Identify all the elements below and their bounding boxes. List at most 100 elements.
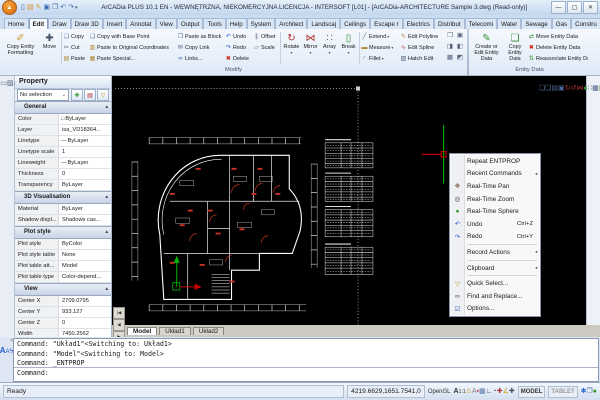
status-toggle-icon[interactable]: ▦ bbox=[479, 388, 486, 395]
property-tool-button[interactable]: ▤ bbox=[84, 89, 96, 101]
menu-item[interactable]: Clipboard▸ bbox=[451, 262, 539, 275]
property-value[interactable]: ByLayer bbox=[59, 180, 111, 190]
copy-entity-data-button[interactable]: ❏ Copy Entity Data bbox=[502, 30, 528, 66]
quick-access-icon[interactable]: ❒ bbox=[52, 4, 58, 11]
ribbon-button[interactable]: ⇅Reassociate Entity Data bbox=[528, 53, 588, 64]
property-value[interactable]: ByLayer bbox=[59, 204, 111, 214]
ribbon-tab[interactable]: Telecomi bbox=[465, 18, 497, 29]
ribbon-button[interactable]: ✎Edit Polyline bbox=[400, 31, 445, 42]
property-value[interactable]: 1 bbox=[59, 147, 111, 157]
quick-access-icon[interactable]: ▣ bbox=[43, 4, 50, 11]
ribbon-button[interactable]: ✂Cut bbox=[63, 42, 89, 53]
ribbon-tool-icon[interactable]: ◨ bbox=[445, 42, 455, 53]
ribbon-button[interactable]: ◜Fillet▾ bbox=[361, 53, 400, 64]
move-button[interactable]: ✚ Move bbox=[39, 30, 60, 66]
quick-access-icon[interactable]: ↷ bbox=[68, 4, 74, 11]
property-value[interactable]: —ByLayer bbox=[59, 158, 111, 168]
property-value[interactable]: 933.127 bbox=[59, 307, 111, 317]
ribbon-button[interactable]: ↷Redo bbox=[225, 42, 253, 53]
tablet-toggle[interactable]: TABLET bbox=[548, 386, 577, 398]
ribbon-tab[interactable]: Constru bbox=[571, 18, 600, 29]
ribbon-tab[interactable]: Escape r bbox=[370, 18, 402, 29]
ribbon-button[interactable]: ❏Copy bbox=[63, 31, 89, 42]
ribbon-tab[interactable]: Output bbox=[177, 18, 204, 29]
quick-access-icon[interactable]: ▤ bbox=[27, 4, 34, 11]
layout-nav-button[interactable]: |◀ bbox=[113, 307, 125, 319]
ribbon-tool-icon[interactable]: ▩ bbox=[445, 53, 455, 64]
menu-item[interactable]: ↶UndoCtrl+Z bbox=[451, 218, 539, 231]
ribbon-button[interactable]: ▥Paste to Original Coordinates bbox=[89, 42, 177, 53]
menu-item[interactable]: Repeat ENTPROP bbox=[451, 155, 539, 168]
property-value[interactable]: Model bbox=[59, 261, 111, 271]
property-value[interactable]: isa_VD18364... bbox=[59, 125, 111, 135]
property-value[interactable]: 0 bbox=[59, 169, 111, 179]
window-control-button[interactable]: — bbox=[551, 1, 566, 14]
property-value[interactable]: Color-depend... bbox=[59, 272, 111, 282]
ribbon-tab[interactable]: Landscaj bbox=[307, 18, 340, 29]
ribbon-button[interactable]: ∿Edit Spline bbox=[400, 42, 445, 53]
ribbon-tab[interactable]: Ceilings bbox=[340, 18, 370, 29]
ribbon-tab[interactable]: Tools bbox=[203, 18, 225, 29]
layout-nav-button[interactable]: ◀ bbox=[113, 319, 125, 331]
ribbon-tab[interactable]: Electrics bbox=[403, 18, 434, 29]
menu-item[interactable]: ↷RedoCtrl+Y bbox=[451, 231, 539, 244]
ribbon-tab[interactable]: Edit bbox=[29, 18, 49, 29]
selection-dropdown[interactable]: No selection ⌄ bbox=[17, 89, 69, 101]
menu-item[interactable]: ▽Quick Select... bbox=[451, 277, 539, 290]
ribbon-button[interactable]: ▨Hatch Edit bbox=[400, 53, 445, 64]
ribbon-tab[interactable]: System bbox=[247, 18, 276, 29]
coordinates-display[interactable]: 4219.6629,1651.7541,0 bbox=[347, 385, 425, 398]
ribbon-button[interactable]: ⋈Mirror▾ bbox=[301, 30, 320, 66]
ribbon-tab[interactable]: View bbox=[156, 18, 177, 29]
property-value[interactable]: ByColor bbox=[59, 239, 111, 249]
ribbon-tool-icon[interactable]: ◩ bbox=[455, 53, 465, 64]
create-entity-data-button[interactable]: ✎ Create or Edit Entity Data bbox=[471, 30, 502, 66]
ribbon-button[interactable]: ▤Paste bbox=[63, 53, 89, 64]
menu-item[interactable]: ◎Real-Time Zoom bbox=[451, 193, 539, 206]
menu-item[interactable]: ∞Find and Replace... bbox=[451, 290, 539, 303]
property-value[interactable]: 2709.0795 bbox=[59, 296, 111, 306]
property-value[interactable]: 7450.2562 bbox=[59, 329, 111, 337]
ribbon-tab[interactable]: Help bbox=[226, 18, 247, 29]
ribbon-tab[interactable]: Insert bbox=[103, 18, 126, 29]
ribbon-button[interactable]: ✖Delete Entity Data bbox=[528, 42, 588, 53]
status-toggle-icon[interactable]: 1:1 bbox=[459, 389, 466, 395]
ribbon-button[interactable]: ❑Copy with Base Point bbox=[89, 31, 177, 42]
property-tool-button[interactable]: ✚ bbox=[71, 89, 83, 101]
command-input[interactable]: Command: bbox=[14, 367, 598, 381]
ribbon-button[interactable]: ∷Array▾ bbox=[320, 30, 339, 66]
ribbon-button[interactable]: ❐Paste as Block bbox=[177, 31, 225, 42]
modify-tool-icon[interactable]: ▦ bbox=[592, 85, 599, 92]
ribbon-button[interactable]: ▬Measure▾ bbox=[361, 42, 400, 53]
menu-item[interactable]: Record Actions▸ bbox=[451, 246, 539, 259]
ribbon-button[interactable]: ╱Extend▾ bbox=[361, 31, 400, 42]
drawing-canvas[interactable]: ❏❑▤▣↻↺⋈●∷▦▢▣✚▭◨╱▬∿ |◀◀▶▶| ModelUkład1Ukł… bbox=[112, 76, 600, 337]
section-header-view[interactable]: View▴ bbox=[15, 283, 111, 296]
property-value[interactable]: —ByLayer bbox=[59, 136, 111, 146]
quick-access-icon[interactable]: ▯ bbox=[21, 4, 25, 11]
ribbon-button[interactable]: ↶Undo bbox=[225, 31, 253, 42]
property-tool-button[interactable]: ▽ bbox=[97, 89, 109, 101]
ribbon-tab[interactable]: Sewage bbox=[521, 18, 551, 29]
section-header-plot-style[interactable]: Plot style▴ bbox=[15, 226, 111, 239]
layout-tab[interactable]: Układ2 bbox=[193, 327, 225, 335]
ribbon-tool-icon[interactable]: ◧ bbox=[455, 42, 465, 53]
ribbon-tab[interactable]: Water bbox=[497, 18, 521, 29]
layout-tab[interactable]: Model bbox=[127, 327, 157, 335]
ribbon-button[interactable]: ▦Paste Special... bbox=[89, 53, 177, 64]
section-header-general[interactable]: General▴ bbox=[15, 101, 111, 114]
window-control-button[interactable]: ▢ bbox=[567, 1, 582, 14]
quick-access-icon[interactable]: ↶ bbox=[60, 4, 66, 11]
menu-item[interactable]: ●Real-Time Sphere bbox=[451, 205, 539, 218]
ribbon-button[interactable]: ⇄Move Entity Data bbox=[528, 31, 588, 42]
draw-tool-icon[interactable]: ▭ bbox=[0, 80, 7, 87]
ribbon-tab[interactable]: Gas bbox=[552, 18, 571, 29]
window-control-button[interactable]: ✕ bbox=[583, 1, 598, 14]
model-space-toggle[interactable]: MODEL bbox=[518, 386, 546, 398]
layout-tab[interactable]: Układ1 bbox=[159, 327, 191, 335]
ribbon-button[interactable]: ↻Rotate▾ bbox=[282, 30, 301, 66]
ribbon-button[interactable]: ∥Offset bbox=[253, 31, 279, 42]
ribbon-tool-icon[interactable]: ▣ bbox=[455, 31, 465, 42]
ribbon-tab[interactable]: Distribut bbox=[434, 18, 465, 29]
ribbon-tab[interactable]: Architect bbox=[275, 18, 307, 29]
